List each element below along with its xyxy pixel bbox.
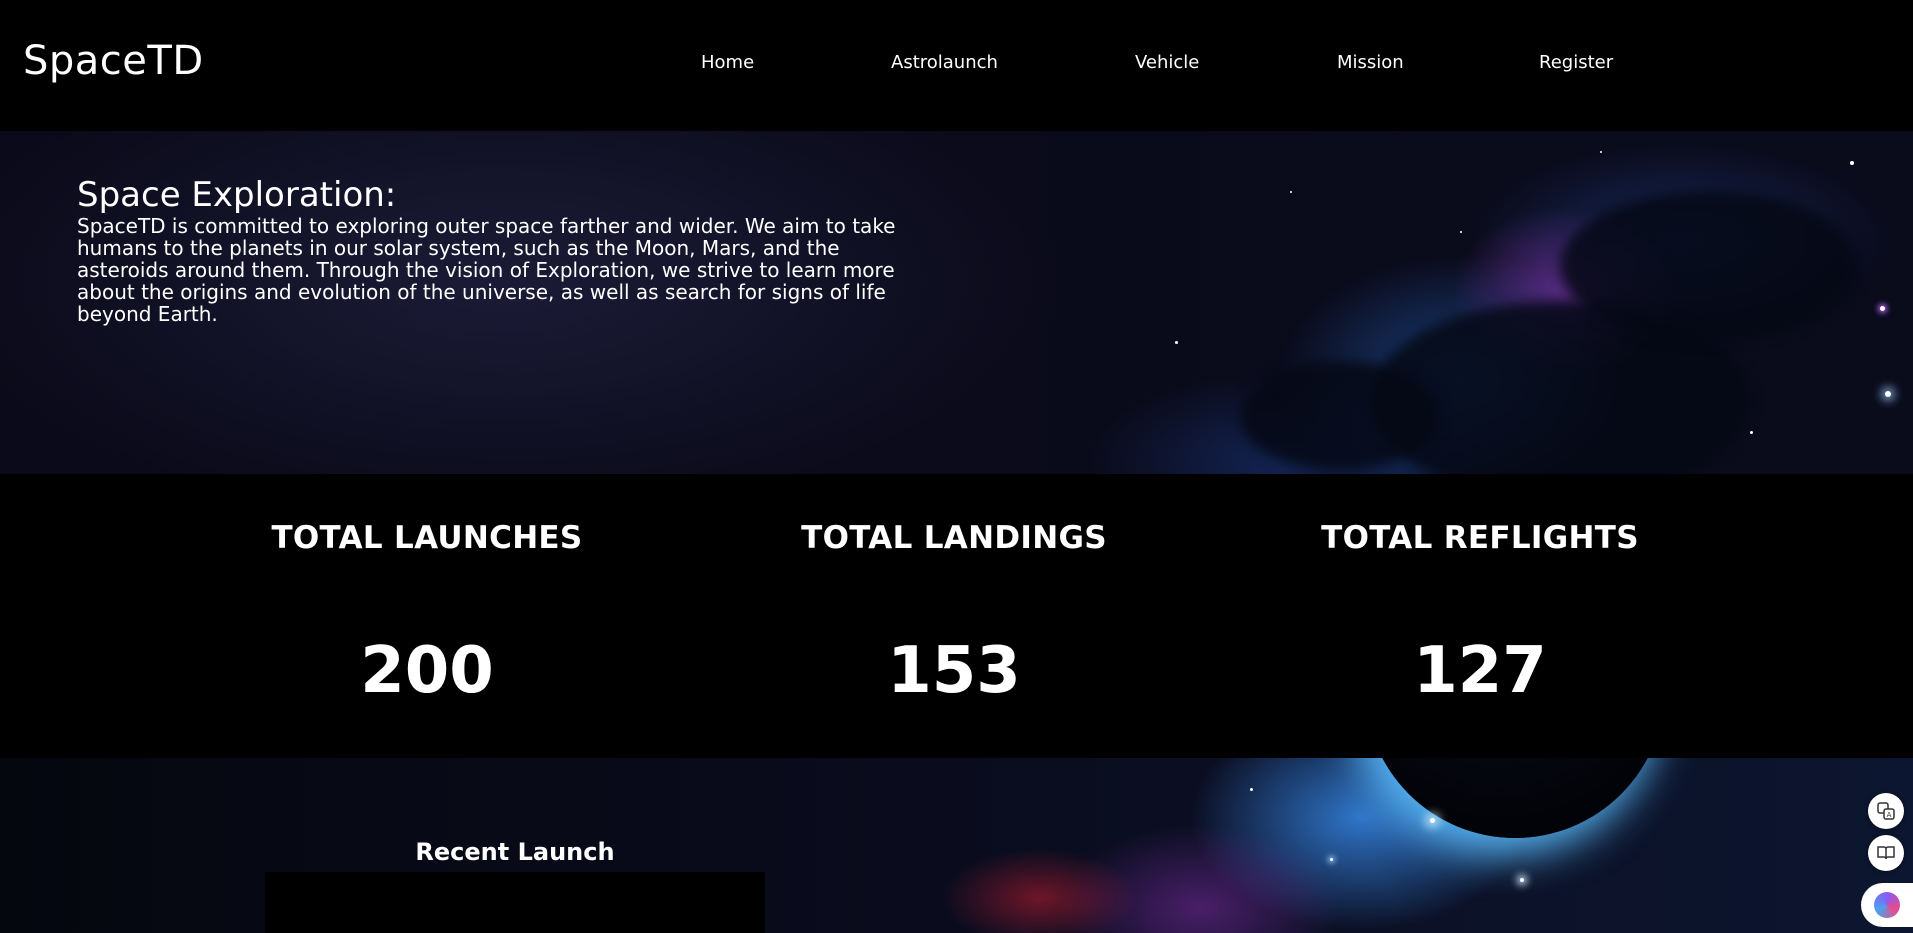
star	[1885, 391, 1891, 397]
star	[1750, 431, 1753, 434]
stat-label-landings: TOTAL LANDINGS	[801, 520, 1107, 556]
nav-mission[interactable]: Mission	[1337, 52, 1404, 73]
star	[1460, 231, 1462, 233]
nebula-shadow	[1240, 361, 1440, 471]
star	[1290, 191, 1292, 193]
nav-home[interactable]: Home	[701, 52, 754, 73]
recent-launch-card[interactable]	[265, 872, 765, 933]
star	[1600, 151, 1602, 153]
recent-launch-title: Recent Launch	[415, 838, 615, 866]
stats-section: TOTAL LAUNCHES 200 TOTAL LANDINGS 153 TO…	[0, 474, 1913, 758]
stat-value-launches: 200	[360, 634, 494, 708]
hero-description: SpaceTD is committed to exploring outer …	[77, 214, 896, 326]
star	[1520, 878, 1524, 882]
hero-title: Space Exploration:	[77, 175, 397, 215]
star	[1850, 161, 1854, 165]
translate-icon[interactable]: A	[1868, 793, 1904, 829]
main-nav: Home Astrolaunch Vehicle Mission Registe…	[0, 52, 1913, 76]
nav-astrolaunch[interactable]: Astrolaunch	[891, 52, 998, 73]
planet-image	[1365, 758, 1665, 838]
stat-label-reflights: TOTAL REFLIGHTS	[1321, 520, 1639, 556]
svg-text:A: A	[1887, 811, 1892, 819]
assistant-tab[interactable]	[1861, 883, 1913, 927]
nav-register[interactable]: Register	[1539, 52, 1613, 73]
brain-icon	[1874, 892, 1900, 918]
hero-section: Space Exploration: SpaceTD is committed …	[0, 131, 1913, 474]
nebula-shadow	[1560, 191, 1860, 341]
site-header: SpaceTD Home Astrolaunch Vehicle Mission…	[0, 0, 1913, 131]
star	[1880, 306, 1885, 311]
stat-value-reflights: 127	[1413, 634, 1547, 708]
star	[1330, 858, 1333, 861]
reader-icon[interactable]	[1868, 835, 1904, 871]
stat-label-launches: TOTAL LAUNCHES	[271, 520, 583, 556]
star	[1430, 818, 1435, 823]
stat-value-landings: 153	[887, 634, 1021, 708]
star	[1250, 788, 1253, 791]
recent-launch-section: Recent Launch	[0, 758, 1913, 933]
star	[1175, 341, 1178, 344]
nav-vehicle[interactable]: Vehicle	[1135, 52, 1199, 73]
